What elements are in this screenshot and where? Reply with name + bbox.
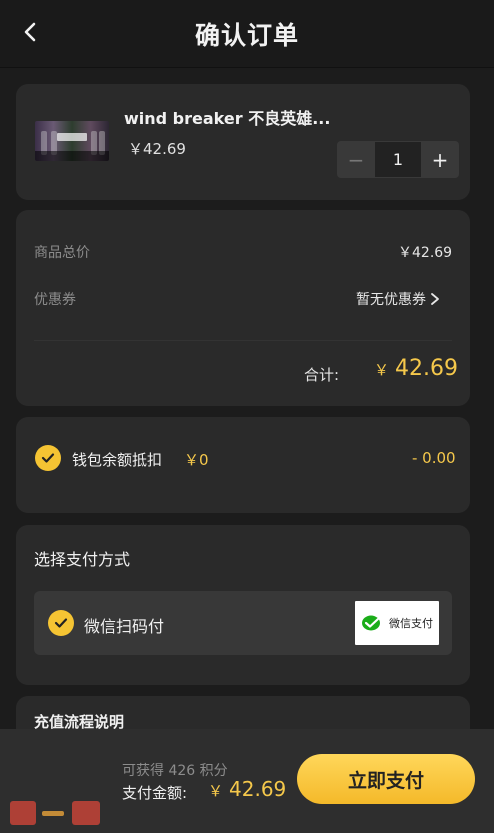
total-value: 42.69: [395, 356, 458, 381]
wechat-pay-badge-text: 微信支付: [389, 617, 433, 630]
quantity-stepper: − 1 +: [337, 141, 459, 178]
check-icon: [54, 618, 68, 628]
watermark-logo: [10, 801, 100, 825]
increase-button[interactable]: +: [421, 141, 459, 178]
coupon-label: 优惠券: [34, 292, 76, 308]
header-bar: 确认订单: [0, 0, 494, 68]
wallet-balance: ￥0: [184, 451, 209, 469]
wechat-pay-radio[interactable]: [48, 610, 74, 636]
subtotal-label: 商品总价: [34, 245, 90, 261]
coupon-value: 暂无优惠券: [356, 292, 426, 308]
payment-section-title: 选择支付方式: [34, 550, 131, 569]
pay-value: 42.69: [229, 777, 287, 801]
coupon-selector[interactable]: 暂无优惠券: [356, 289, 440, 309]
wallet-label: 钱包余额抵扣: [72, 451, 163, 469]
product-name: wind breaker 不良英雄...: [124, 109, 331, 128]
product-thumbnail: [35, 121, 109, 161]
check-icon: [41, 453, 55, 463]
quantity-input[interactable]: 1: [375, 141, 421, 178]
pay-amount-label: 支付金额:: [122, 784, 188, 802]
subtotal-value: ￥42.69: [398, 245, 453, 261]
back-button[interactable]: [16, 18, 44, 46]
pay-now-button[interactable]: 立即支付: [297, 754, 475, 804]
pay-amount: ￥ 42.69: [208, 777, 286, 801]
pay-currency: ￥: [208, 782, 224, 800]
total-amount: ￥ 42.69: [374, 356, 458, 381]
chevron-left-icon: [24, 22, 36, 42]
wechat-pay-icon: [362, 615, 380, 631]
total-currency: ￥: [374, 361, 390, 379]
decrease-button[interactable]: −: [337, 141, 375, 178]
payment-method-label: 微信扫码付: [84, 617, 165, 636]
chevron-right-icon: [431, 293, 439, 305]
total-label: 合计:: [304, 366, 340, 384]
wallet-deduction: - 0.00: [412, 449, 456, 467]
product-price: ￥42.69: [128, 140, 186, 158]
page-title: 确认订单: [194, 20, 299, 50]
wallet-checkbox[interactable]: [35, 445, 61, 471]
summary-divider: [34, 340, 452, 341]
wechat-pay-badge: 微信支付: [355, 601, 439, 645]
